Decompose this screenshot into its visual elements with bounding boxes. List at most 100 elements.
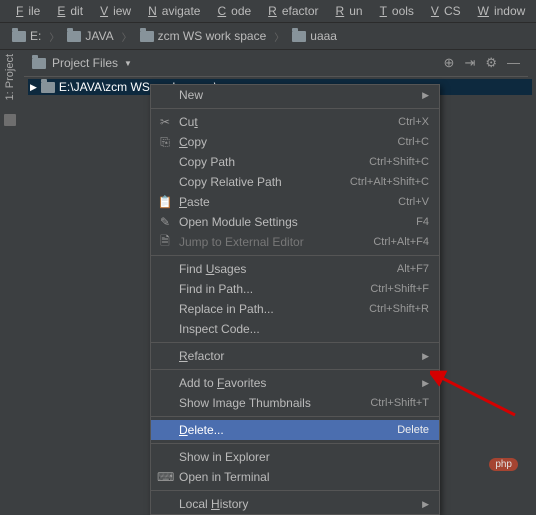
menu-separator	[151, 490, 439, 491]
menu-separator	[151, 108, 439, 109]
menu-tools[interactable]: Tools	[370, 2, 419, 20]
breadcrumb-sep: 〉	[49, 29, 59, 44]
menu-shortcut: Delete	[397, 424, 429, 436]
watermark: php	[489, 458, 518, 471]
breadcrumb-item[interactable]: JAVA	[63, 27, 117, 45]
menu-navigate[interactable]: Navigate	[138, 2, 205, 20]
menu-item-find-usages[interactable]: Find Usages Alt+F7	[151, 259, 439, 279]
toolbar-icons: ⊕ ⇥ ⚙ —	[444, 55, 520, 71]
menu-item-label: New	[179, 88, 422, 102]
menu-item-inspect-code[interactable]: Inspect Code...	[151, 319, 439, 339]
breadcrumb: E:〉JAVA〉zcm WS work space〉uaaa	[0, 23, 536, 50]
menu-separator	[151, 342, 439, 343]
doc-icon: 🗎	[157, 232, 173, 253]
breadcrumb-item[interactable]: zcm WS work space	[136, 27, 271, 45]
project-toolbar: Project Files ▼ ⊕ ⇥ ⚙ —	[24, 50, 528, 77]
folder-icon	[67, 31, 81, 42]
copy-icon: ⎘	[157, 135, 173, 150]
term-icon: ⌨	[157, 470, 173, 484]
menu-item-copy-relative-path[interactable]: Copy Relative Path Ctrl+Alt+Shift+C	[151, 172, 439, 192]
breadcrumb-label: E:	[30, 29, 41, 43]
menu-view[interactable]: View	[90, 2, 136, 20]
breadcrumb-label: JAVA	[85, 29, 113, 43]
menu-item-show-image-thumbnails[interactable]: Show Image Thumbnails Ctrl+Shift+T	[151, 393, 439, 413]
side-tabs: 1: Project	[0, 46, 20, 126]
menu-item-label: Refactor	[179, 349, 422, 363]
menu-shortcut: Alt+F7	[397, 263, 429, 275]
folder-icon	[12, 31, 26, 42]
menu-item-local-history[interactable]: Local History▶	[151, 494, 439, 514]
breadcrumb-sep: 〉	[274, 29, 284, 44]
menu-item-open-in-terminal[interactable]: ⌨ Open in Terminal	[151, 467, 439, 487]
menu-item-delete[interactable]: Delete... Delete	[151, 420, 439, 440]
menu-item-label: Show Image Thumbnails	[179, 396, 350, 410]
side-tab-project[interactable]: 1: Project	[2, 50, 18, 104]
chevron-down-icon: ▼	[124, 59, 132, 68]
breadcrumb-item[interactable]: uaaa	[288, 27, 341, 45]
menu-item-label: Replace in Path...	[179, 302, 349, 316]
chevron-right-icon: ▶	[30, 82, 37, 93]
menu-code[interactable]: Code	[207, 2, 256, 20]
menu-item-label: Copy Path	[179, 155, 349, 169]
minimize-icon[interactable]: —	[507, 55, 520, 71]
context-menu: New▶✂CutCtrl+X⎘CopyCtrl+CCopy PathCtrl+S…	[150, 84, 440, 515]
menu-item-label: Cut	[179, 115, 378, 129]
annotation-arrow	[430, 370, 520, 420]
menu-item-label: Show in Explorer	[179, 450, 429, 464]
menu-item-label: Find Usages	[179, 262, 377, 276]
menu-item-copy[interactable]: ⎘ Copy Ctrl+C	[151, 132, 439, 152]
menu-item-show-in-explorer[interactable]: Show in Explorer	[151, 447, 439, 467]
menu-shortcut: Ctrl+Shift+C	[369, 156, 429, 168]
menu-refactor[interactable]: Refactor	[258, 2, 323, 20]
menu-file[interactable]: File	[6, 2, 45, 20]
chevron-right-icon: ▶	[422, 499, 429, 510]
menu-shortcut: Ctrl+Shift+F	[370, 283, 429, 295]
menu-item-open-module-settings[interactable]: ✎ Open Module Settings F4	[151, 212, 439, 232]
menubar: FileEditViewNavigateCodeRefactorRunTools…	[0, 0, 536, 23]
menu-shortcut: Ctrl+Alt+Shift+C	[350, 176, 429, 188]
gear-icon[interactable]: ⚙	[485, 55, 497, 71]
menu-item-label: Local History	[179, 497, 422, 511]
menu-window[interactable]: Window	[468, 2, 531, 20]
breadcrumb-item[interactable]: E:	[8, 27, 45, 45]
menu-item-label: Delete...	[179, 423, 377, 437]
menu-separator	[151, 255, 439, 256]
menu-item-label: Paste	[179, 195, 378, 209]
menu-item-label: Copy Relative Path	[179, 175, 330, 189]
menu-separator	[151, 416, 439, 417]
menu-vcs[interactable]: VCS	[421, 2, 466, 20]
breadcrumb-sep: 〉	[122, 29, 132, 44]
menu-item-add-to-favorites[interactable]: Add to Favorites▶	[151, 373, 439, 393]
menu-help[interactable]: Help	[532, 2, 536, 20]
menu-item-replace-in-path[interactable]: Replace in Path...Ctrl+Shift+R	[151, 299, 439, 319]
menu-item-cut[interactable]: ✂CutCtrl+X	[151, 112, 439, 132]
menu-item-paste[interactable]: 📋PasteCtrl+V	[151, 192, 439, 212]
menu-item-label: Open in Terminal	[179, 470, 429, 484]
menu-item-new[interactable]: New▶	[151, 85, 439, 105]
collapse-icon[interactable]: ⇥	[464, 55, 475, 71]
menu-separator	[151, 369, 439, 370]
menu-run[interactable]: Run	[326, 2, 368, 20]
menu-item-label: Copy	[179, 135, 378, 149]
menu-shortcut: Ctrl+V	[398, 196, 429, 208]
folder-icon	[32, 58, 46, 69]
cut-icon: ✂	[157, 115, 173, 129]
target-icon[interactable]: ⊕	[444, 55, 455, 71]
menu-shortcut: F4	[416, 216, 429, 228]
menu-shortcut: Ctrl+Shift+T	[370, 397, 429, 409]
chevron-right-icon: ▶	[422, 90, 429, 101]
chevron-right-icon: ▶	[422, 351, 429, 362]
menu-item-label: Open Module Settings	[179, 215, 396, 229]
dropdown-label: Project Files	[52, 56, 118, 70]
edit-icon: ✎	[157, 215, 173, 229]
folder-icon	[41, 82, 55, 93]
side-tab-structure[interactable]	[4, 114, 16, 126]
menu-item-copy-path[interactable]: Copy Path Ctrl+Shift+C	[151, 152, 439, 172]
menu-item-refactor[interactable]: Refactor▶	[151, 346, 439, 366]
menu-item-find-in-path[interactable]: Find in Path...Ctrl+Shift+F	[151, 279, 439, 299]
breadcrumb-label: uaaa	[310, 29, 337, 43]
menu-shortcut: Ctrl+C	[398, 136, 429, 148]
chevron-right-icon: ▶	[422, 378, 429, 389]
menu-edit[interactable]: Edit	[47, 2, 88, 20]
project-view-dropdown[interactable]: Project Files ▼	[28, 54, 444, 72]
